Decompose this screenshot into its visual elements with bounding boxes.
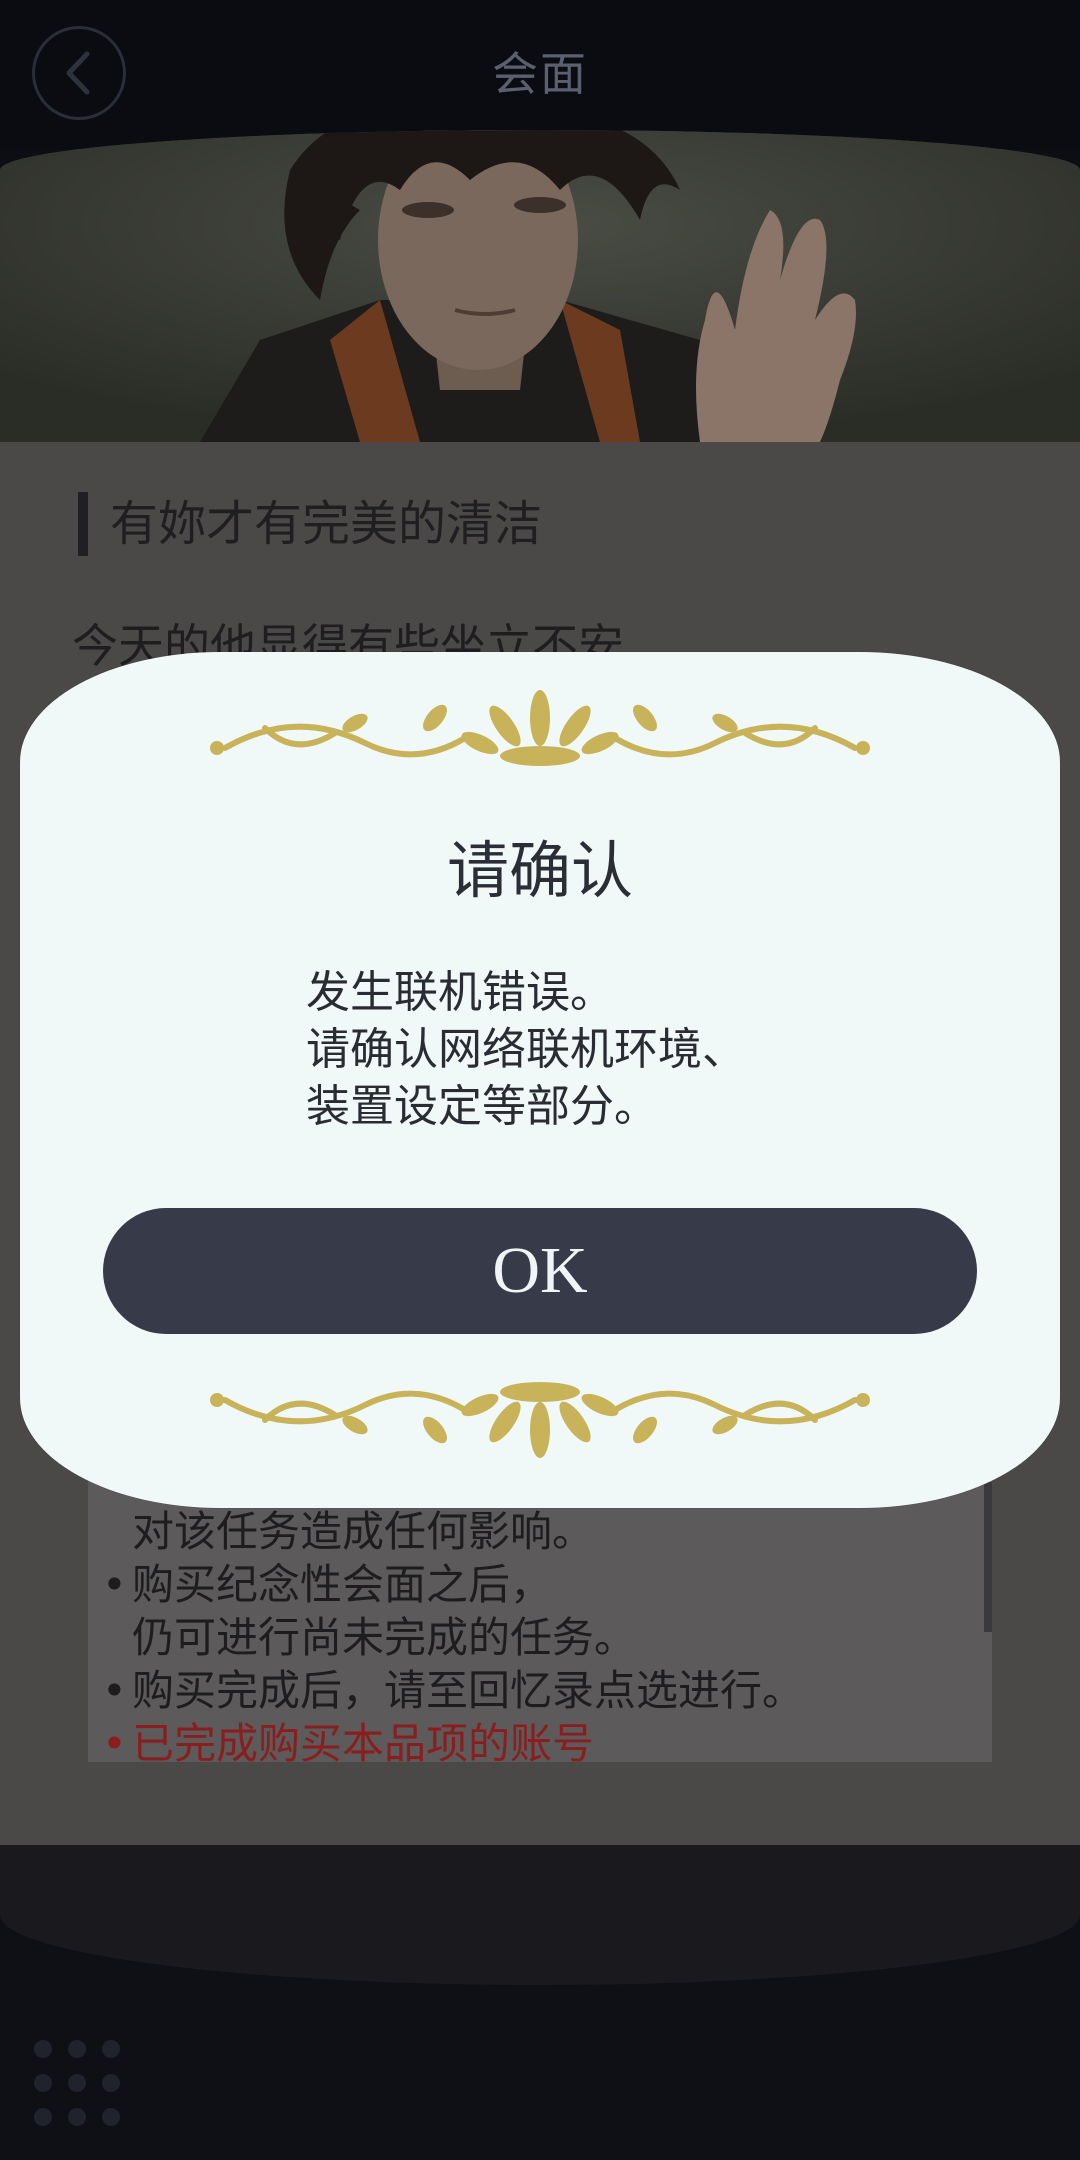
ok-button[interactable]: OK — [103, 1208, 977, 1334]
flourish-ornament-icon — [210, 1382, 870, 1458]
dialog-title: 请确认 — [446, 834, 633, 907]
confirm-dialog: 请确认 发生联机错误。 请确认网络联机环境、 装置设定等部分。 OK — [20, 652, 1060, 1508]
dialog-message: 发生联机错误。 请确认网络联机环境、 装置设定等部分。 — [306, 967, 746, 1132]
flourish-ornament-icon — [210, 690, 870, 766]
app-screen: 会面 有妳才有完美的清洁 今天的他显得有些坐立不安 • 对该任务造成任何影响。 … — [0, 0, 1080, 2160]
